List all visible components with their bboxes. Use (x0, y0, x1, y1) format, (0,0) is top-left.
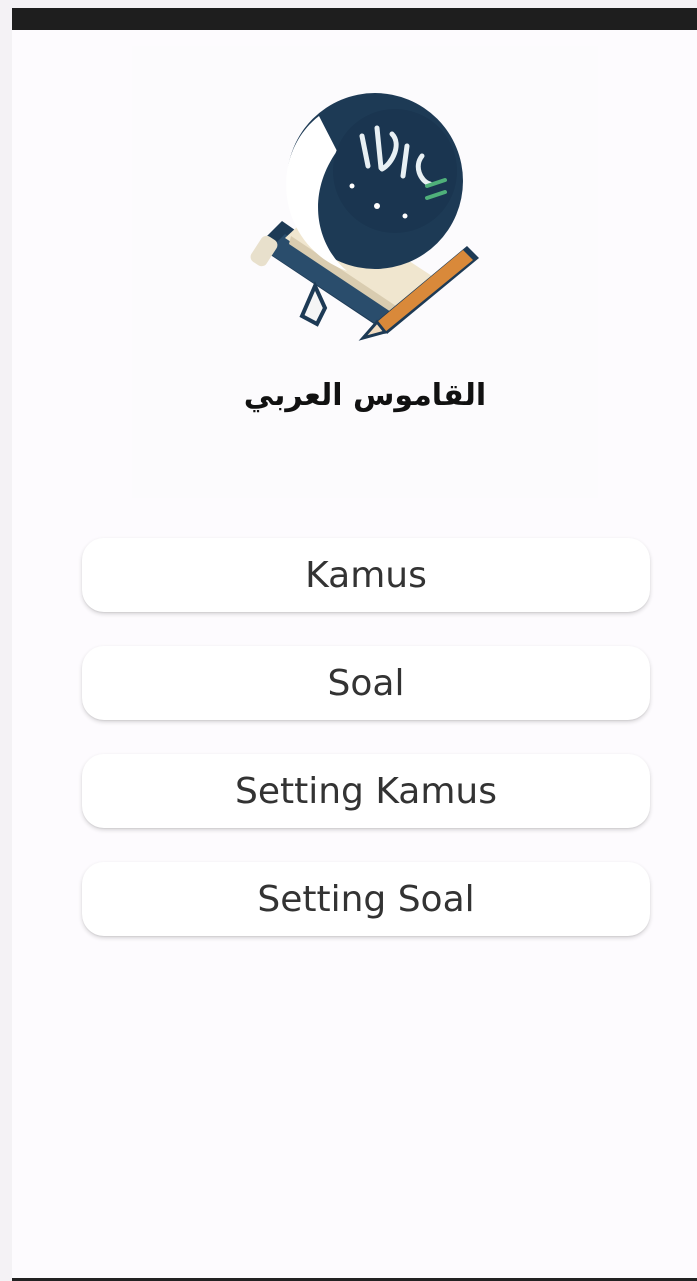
status-bar (12, 8, 697, 30)
app-screen: القاموس العربي Kamus Soal Setting Kamus … (12, 8, 697, 1281)
setting-soal-button[interactable]: Setting Soal (82, 862, 650, 936)
main-menu: Kamus Soal Setting Kamus Setting Soal (82, 538, 650, 970)
setting-kamus-button[interactable]: Setting Kamus (82, 754, 650, 828)
dictionary-logo-icon (250, 93, 479, 341)
crescent-moon-icon (286, 93, 463, 271)
app-logo: القاموس العربي (132, 46, 598, 498)
kamus-button[interactable]: Kamus (82, 538, 650, 612)
soal-button[interactable]: Soal (82, 646, 650, 720)
logo-title: القاموس العربي (243, 378, 487, 413)
